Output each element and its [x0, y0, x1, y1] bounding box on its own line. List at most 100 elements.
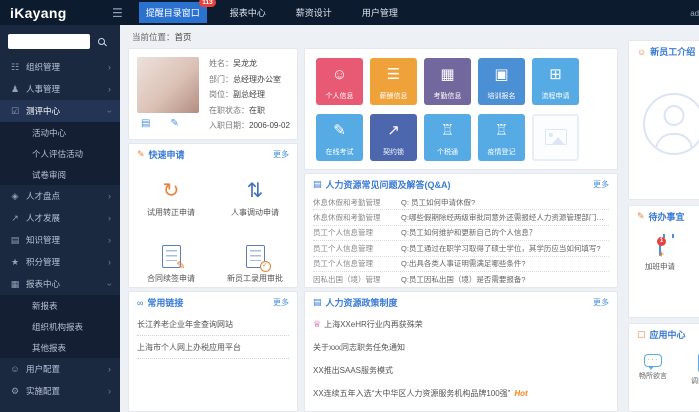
hot-tag: Hot [514, 389, 528, 398]
knowledge-icon: ▤ [10, 234, 20, 245]
tile-label: 契约锁 [383, 149, 404, 156]
qa-header: ▤ 人力资源常见问题及解答(Q&A) 更多 [305, 174, 617, 195]
tile-workflow-request[interactable]: ⊞ 流程申请 [532, 58, 579, 105]
sidebar-item-other-report[interactable]: 其他报表 [0, 337, 120, 358]
sidebar-item-knowledge[interactable]: ▤ 知识管理 › [0, 229, 120, 251]
external-link[interactable]: 上海市个人网上办税应用平台 [137, 336, 289, 359]
quick-apply-label: 合同续签申请 [147, 274, 195, 283]
sidebar-item-activity-center[interactable]: 活动中心 [0, 122, 120, 143]
sidebar-item-organization[interactable]: ☷ 组织管理 › [0, 56, 120, 78]
tile-contract-lock[interactable]: ↗ 契约锁 [370, 114, 417, 161]
breadcrumb-current[interactable]: 首页 [175, 32, 192, 42]
tile-attendance-info[interactable]: ▦ 考勤信息 [424, 58, 471, 105]
person-icon: ☺ [637, 46, 647, 57]
app-free-speech[interactable]: ··· 畅所欲言 [639, 354, 667, 386]
tile-personal-info[interactable]: ☺ 个人信息 [316, 58, 363, 105]
sidebar-item-talent-inventory[interactable]: ◈ 人才盘点 › [0, 185, 120, 207]
sidebar-item-label: 积分管理 [26, 257, 61, 267]
policy-item[interactable]: XX推出SAAS服务模式 [313, 359, 609, 382]
todo-label: 加班申请 [645, 262, 675, 271]
qa-row[interactable]: 因私出国（境）管理 Q:员工因私出国（境）是否需要报备? [313, 272, 609, 287]
top-menu-user-management[interactable]: 用户管理 [355, 2, 405, 23]
tile-label: 薪酬信息 [379, 93, 408, 100]
profile-fields: 姓名：吴龙龙 部门：总经理办公室 岗位：副总经理 在职状态：在职 入职日期：20… [209, 56, 290, 134]
app-window: iKayang ☰ 提醒目录窗口 113 报表中心 薪资设计 用户管理 admi… [0, 0, 699, 412]
refresh-person-icon: ↻ [162, 179, 180, 202]
quick-apply-new-hire-approval[interactable]: ✓ 新员工录用审批 [227, 242, 283, 284]
policy-item[interactable]: XX连续五年入选“大中华区人力资源服务机构品牌100强” Hot [313, 382, 609, 405]
more-link[interactable]: 更多 [593, 297, 609, 308]
policy-item[interactable]: 关于xxx同志职务任免通知 [313, 336, 609, 359]
qa-row[interactable]: 员工个人信息管理 Q:员工通过在职学习取得了硕士学位，其学历应当如何填写? [313, 241, 609, 257]
qa-row[interactable]: 休息休假和考勤管理 Q:哪些假期除经两级审批同意外还需报经人力资源管理部门审核同… [313, 210, 609, 226]
todo-item-overtime[interactable]: + 1 加班申请 [645, 237, 675, 272]
sidebar-item-implementation-config[interactable]: ⚙ 实施配置 › [0, 380, 120, 402]
sidebar-item-report-center[interactable]: ▦ 报表中心 › [0, 273, 120, 295]
tile-tax-service[interactable]: ♖ 个税通 [424, 114, 471, 161]
pencil-icon: ✎ [137, 149, 145, 159]
tile-training-signup[interactable]: ▣ 培训报名 [478, 58, 525, 105]
talent-development-icon: ↗ [11, 212, 19, 223]
tile-online-exam[interactable]: ✎ 在线考试 [316, 114, 363, 161]
top-menu-salary-design[interactable]: 薪资设计 [289, 2, 339, 23]
search-icon[interactable] [98, 38, 105, 45]
profile-field-department: 部门：总经理办公室 [209, 74, 281, 84]
app-list: ··· 畅所欲言 调查问卷 [639, 354, 699, 386]
external-link[interactable]: 长江养老企业年金查询网站 [137, 313, 289, 336]
chevron-right-icon: › [108, 234, 111, 245]
sidebar-item-label: 试卷审阅 [32, 169, 67, 180]
sidebar-item-personnel[interactable]: ♟ 人事管理 › [0, 78, 120, 100]
more-link[interactable]: 更多 [593, 179, 609, 190]
tile-salary-info[interactable]: ☰ 薪酬信息 [370, 58, 417, 105]
new-employee-card: ☺ 新员工介绍 [628, 40, 699, 200]
sidebar-item-label: 报表中心 [26, 279, 61, 289]
quick-apply-transfer[interactable]: ⇅ 人事调动申请 [231, 176, 279, 218]
more-link[interactable]: 更多 [273, 297, 289, 308]
clipboard-icon[interactable]: ▤ [141, 118, 150, 129]
qa-category: 员工个人信息管理 [313, 243, 373, 253]
tile-epidemic-register[interactable]: ♖ 疫情登记 [478, 114, 525, 161]
breadcrumb-label: 当前位置： [132, 32, 175, 42]
logged-in-user[interactable]: admin [690, 9, 699, 18]
sidebar-item-new-report[interactable]: 新报表 [0, 295, 120, 316]
sidebar-item-org-report[interactable]: 组织机构报表 [0, 316, 120, 337]
app-survey[interactable]: 调查问卷 [691, 354, 699, 386]
image-placeholder-icon [544, 129, 567, 145]
sidebar-item-user-config[interactable]: ☺ 用户配置 › [0, 358, 120, 380]
sidebar-item-exam-review[interactable]: 试卷审阅 [0, 164, 120, 185]
tile-label: 在线考试 [325, 149, 354, 156]
hamburger-menu-icon[interactable]: ☰ [112, 6, 123, 20]
kayang-logo: iKayang [10, 4, 67, 21]
quick-apply-probation[interactable]: ↻ 试用转正申请 [147, 176, 195, 218]
sidebar-item-assessment[interactable]: ☑ 测评中心 › [0, 100, 120, 122]
transfer-people-icon: ⇅ [246, 179, 264, 202]
sidebar-item-points[interactable]: ★ 积分管理 › [0, 251, 120, 273]
sidebar-item-talent-development[interactable]: ↗ 人才发展 › [0, 207, 120, 229]
qa-question: Q:员工因私出国（境）是否需要报备? [401, 275, 526, 285]
chevron-down-icon: › [105, 109, 115, 113]
online-exam-icon: ✎ [333, 122, 346, 139]
app-tiles-card: ☺ 个人信息 ☰ 薪酬信息 ▦ 考勤信息 ▣ 培训报名 ⊞ 流程申请 ✎ 在线考… [304, 48, 618, 170]
quick-apply-contract-renewal[interactable]: ✎ 合同续签申请 [147, 242, 195, 284]
tile-grid: ☺ 个人信息 ☰ 薪酬信息 ▦ 考勤信息 ▣ 培训报名 ⊞ 流程申请 ✎ 在线考… [316, 58, 596, 170]
edit-icon[interactable]: ✎ [170, 118, 178, 129]
user-config-icon: ☺ [10, 364, 20, 374]
sidebar-search-input[interactable] [8, 34, 90, 49]
qa-category: 员工个人信息管理 [313, 259, 373, 269]
qa-question: Q:员工如何维护和更新自己的个人信息？ [401, 228, 537, 238]
sidebar-item-label: 测评中心 [26, 106, 61, 116]
quick-apply-label: 试用转正申请 [147, 208, 195, 217]
top-menu-reminder[interactable]: 提醒目录窗口 113 [138, 0, 216, 23]
attendance-calendar-icon: ▦ [440, 66, 455, 83]
sidebar-item-personal-evaluation[interactable]: 个人评估活动 [0, 143, 120, 164]
policy-item[interactable]: ♕ 上海XXeHR行业内再获殊荣 [313, 313, 609, 336]
more-link[interactable]: 更多 [273, 149, 289, 160]
salary-search-icon: ☰ [386, 66, 401, 83]
chevron-right-icon: › [108, 363, 111, 374]
qa-row[interactable]: 员工个人信息管理 Q:出具各类人事证明需满足哪些条件? [313, 257, 609, 272]
top-menu-reports[interactable]: 报表中心 [223, 2, 273, 23]
qa-row[interactable]: 员工个人信息管理 Q:员工如何维护和更新自己的个人信息？ [313, 226, 609, 242]
qa-row[interactable]: 休息休假和考勤管理 Q: 员工如何申请休假? [313, 195, 609, 211]
contract-pen-icon: ✎ [161, 242, 186, 271]
sidebar-item-label: 用户配置 [26, 364, 61, 374]
